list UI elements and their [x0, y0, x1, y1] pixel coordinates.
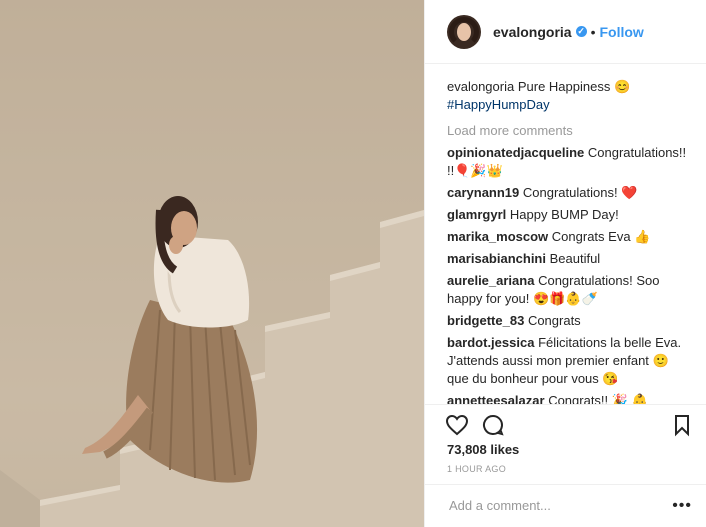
comment-text: Beautiful	[549, 251, 601, 266]
post-side-panel: evalongoria ✓ • Follow evalongoria Pure …	[424, 0, 706, 527]
comment-text: Congrats!! 🎉 👶	[548, 393, 648, 404]
caption-text: Pure Happiness 😊	[517, 79, 631, 94]
follow-button[interactable]: Follow	[600, 24, 644, 40]
heart-icon[interactable]	[445, 413, 469, 437]
comment-text: Congrats	[527, 313, 581, 328]
verified-badge-icon: ✓	[575, 26, 587, 37]
post-header: evalongoria ✓ • Follow	[425, 0, 706, 64]
comment-username[interactable]: marisabianchini	[447, 251, 546, 266]
comment-username[interactable]: marika_moscow	[447, 229, 548, 244]
comment-item: aurelie_ariana Congratulations! Soo happ…	[447, 272, 694, 308]
comment-text: Congrats Eva 👍	[551, 229, 651, 244]
header-username[interactable]: evalongoria	[493, 24, 572, 40]
comment-item: marika_moscow Congrats Eva 👍	[447, 228, 694, 246]
comment-text: Happy BUMP Day!	[509, 207, 619, 222]
comment-username[interactable]: glamrgyrl	[447, 207, 506, 222]
comment-username[interactable]: bardot.jessica	[447, 335, 534, 350]
comment-username[interactable]: annetteesalazar	[447, 393, 545, 404]
comment-username[interactable]: carynann19	[447, 185, 519, 200]
comments-list[interactable]: evalongoria Pure Happiness 😊 #HappyHumpD…	[447, 78, 694, 404]
comment-item: glamrgyrl Happy BUMP Day!	[447, 206, 694, 224]
comment-username[interactable]: bridgette_83	[447, 313, 524, 328]
likes-count[interactable]: 73,808 likes	[447, 442, 519, 457]
bookmark-icon[interactable]	[670, 413, 694, 437]
comment-username[interactable]: opinionatedjacqueline	[447, 145, 584, 160]
comment-item: marisabianchini Beautiful	[447, 250, 694, 268]
post-caption: evalongoria Pure Happiness 😊 #HappyHumpD…	[447, 78, 694, 114]
photo-illustration	[0, 0, 424, 527]
comment-username[interactable]: aurelie_ariana	[447, 273, 534, 288]
comment-bubble-icon[interactable]	[481, 413, 505, 437]
avatar-face	[457, 22, 471, 41]
caption-hashtag[interactable]: #HappyHumpDay	[447, 96, 694, 114]
comment-text: Congratulations! ❤️	[522, 185, 638, 200]
load-more-comments-button[interactable]: Load more comments	[447, 122, 694, 140]
post-photo[interactable]	[0, 0, 424, 527]
comment-item: annetteesalazar Congrats!! 🎉 👶	[447, 392, 694, 404]
caption-username[interactable]: evalongoria	[447, 79, 514, 94]
add-comment-input[interactable]	[447, 497, 671, 514]
post-timestamp: 1 HOUR AGO	[447, 464, 507, 474]
comment-item: carynann19 Congratulations! ❤️	[447, 184, 694, 202]
add-comment-bar: •••	[425, 484, 706, 527]
comment-item: bardot.jessica Félicitations la belle Ev…	[447, 334, 694, 388]
more-options-icon[interactable]: •••	[672, 497, 692, 515]
comment-item: opinionatedjacqueline Congratulations!! …	[447, 144, 694, 180]
header-separator: •	[590, 23, 596, 40]
avatar[interactable]	[447, 14, 481, 49]
action-bar	[425, 404, 706, 437]
comment-item: bridgette_83 Congrats	[447, 312, 694, 330]
